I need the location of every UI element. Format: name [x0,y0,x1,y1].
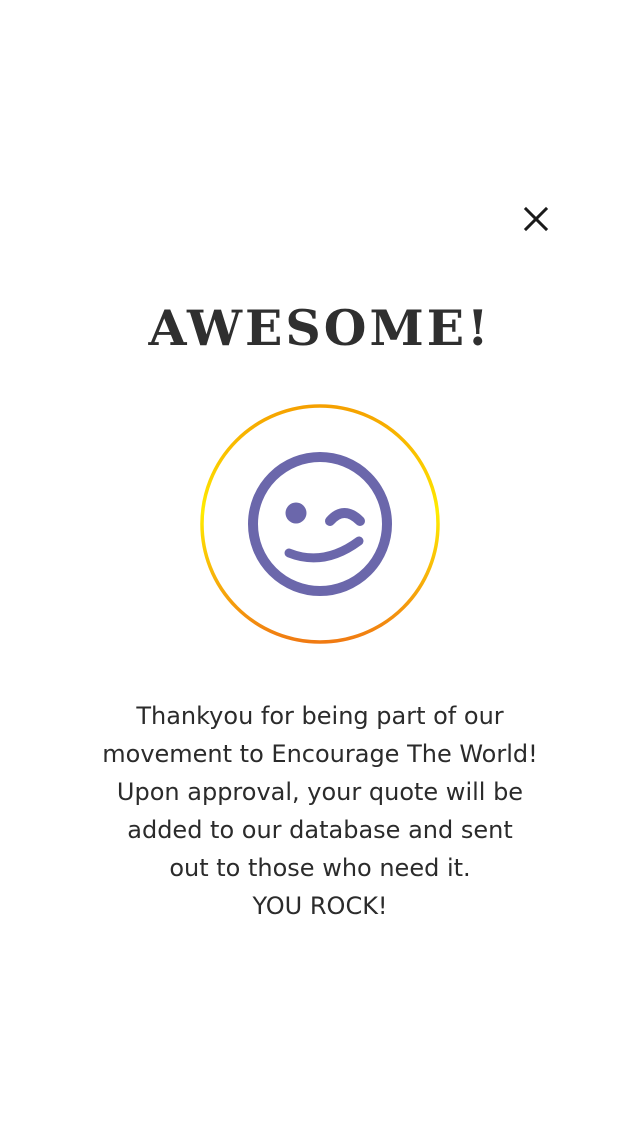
emoji-badge [199,403,441,645]
message-line: movement to Encourage The World! [102,740,538,768]
close-icon [523,206,549,232]
gradient-ring [200,404,440,644]
message-line: Upon approval, your quote will be [116,778,524,806]
message-line: Thankyou for being part of our [136,702,504,730]
wink-face-icon [248,452,392,596]
dialog-title: AWESOME! [148,299,492,357]
message-line: out to those who need it. [169,854,471,882]
thank-you-message: Thankyou for being part of our movement … [80,697,560,925]
close-button[interactable] [516,199,556,239]
message-line: YOU ROCK! [252,892,388,920]
message-line: added to our database and sent [127,816,513,844]
